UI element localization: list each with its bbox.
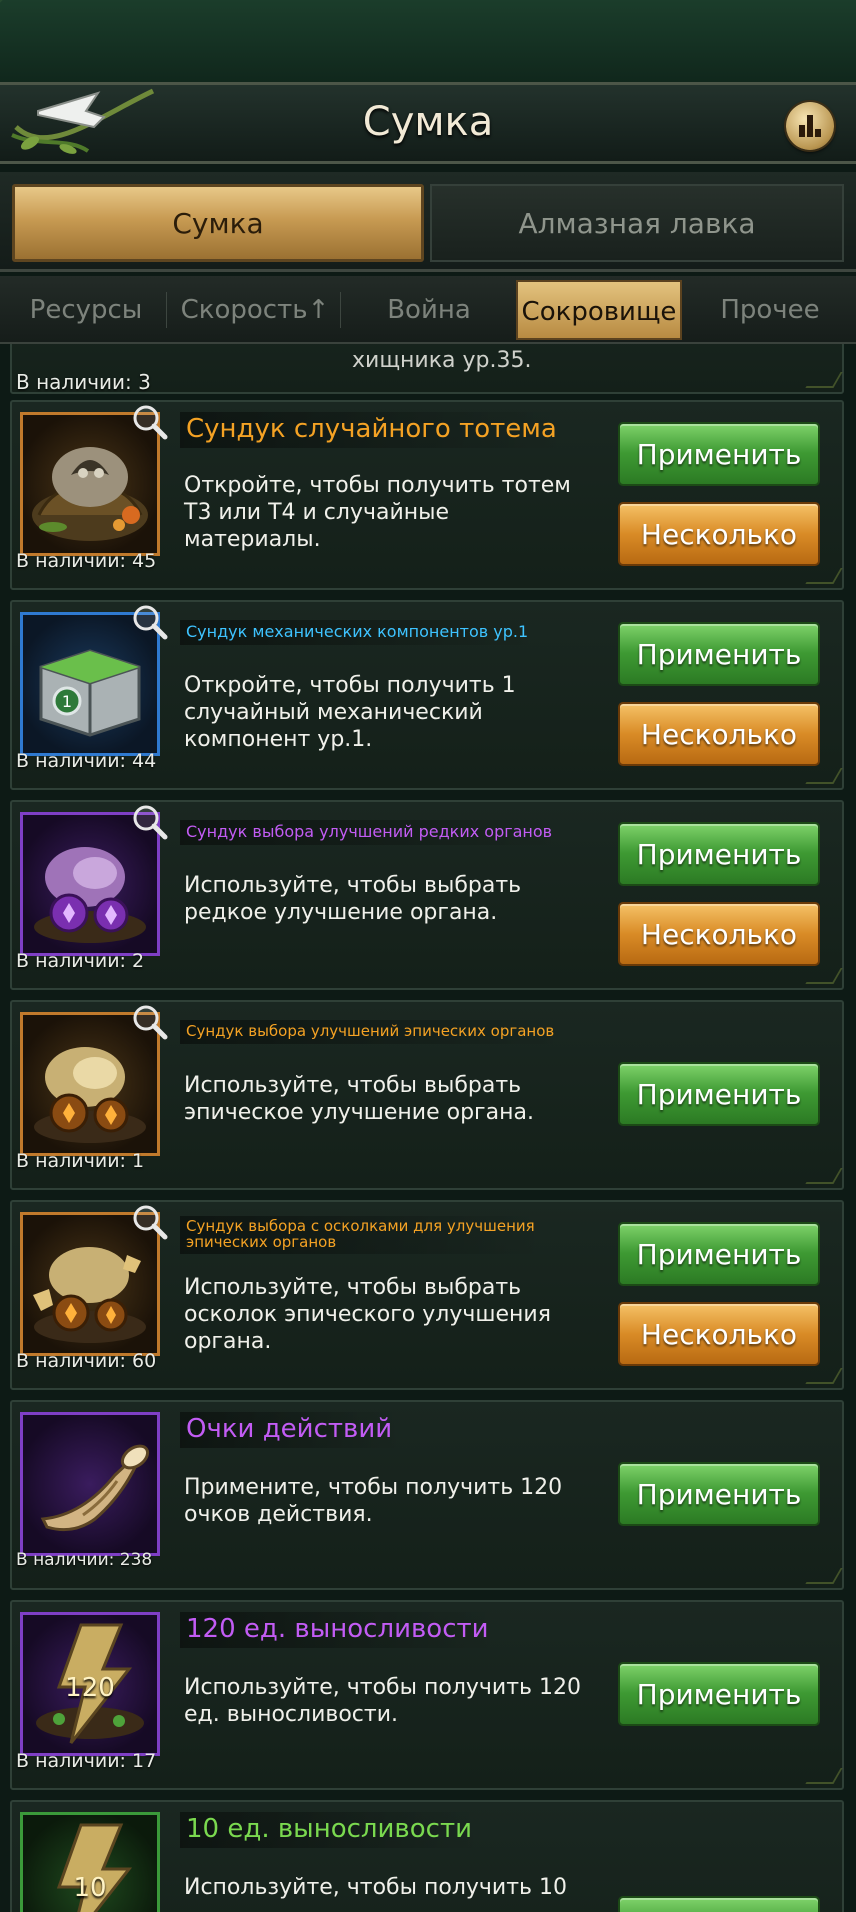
bar-chart-icon — [799, 115, 821, 137]
apply-button[interactable]: Применить — [618, 1222, 820, 1286]
stock-count: В наличии: 60 — [16, 1350, 157, 1372]
item-description: Используйте, чтобы выбрать редкое улучше… — [184, 873, 522, 925]
item-title: Сундук выбора с осколками для улучшения … — [180, 1216, 545, 1254]
list-item: В наличии: 60 Сундук выбора с осколками … — [10, 1200, 844, 1390]
item-description: Откройте, чтобы получить тотем Т3 или Т4… — [184, 473, 571, 552]
item-description: Примените, чтобы получить 120 очков дейс… — [184, 1475, 563, 1527]
multi-use-button[interactable]: Несколько — [618, 702, 820, 766]
apply-button[interactable]: Применить — [618, 1462, 820, 1526]
item-title: Сундук выбора улучшений эпических органо… — [180, 1020, 565, 1044]
item-icon-frame — [20, 1412, 160, 1556]
list-item: хищника ур.35. В наличии: 3 — [10, 344, 844, 394]
icon-amount: 10 — [73, 1873, 107, 1903]
icon-amount: 120 — [65, 1673, 115, 1703]
item-icon-frame: 10 — [20, 1812, 160, 1912]
magnifier-icon[interactable] — [130, 402, 170, 442]
multi-use-button[interactable]: Несколько — [618, 902, 820, 966]
list-item: В наличии: 2 Сундук выбора улучшений ред… — [10, 800, 844, 990]
stock-count: В наличии: 1 — [16, 1150, 145, 1172]
item-title: Сундук случайного тотема — [180, 412, 567, 448]
item-title-line: Сундук выбора с осколками для улучшения — [186, 1217, 535, 1235]
item-title: 120 ед. выносливости — [180, 1612, 499, 1648]
item-description: Используйте, чтобы получить 120 ед. выно… — [184, 1675, 581, 1727]
magnifier-icon[interactable] — [130, 1202, 170, 1242]
list-item: В наличии: 238 Очки действий Примените, … — [10, 1400, 844, 1590]
item-icon-frame: 120 — [20, 1612, 160, 1756]
stock-count: В наличии: 44 — [16, 750, 157, 772]
top-background — [0, 0, 856, 82]
item-title: Очки действий — [180, 1412, 403, 1448]
item-list[interactable]: хищника ур.35. В наличии: 3 В наличии: 4… — [0, 344, 856, 1912]
stock-count: В наличии: 45 — [16, 550, 157, 572]
tab-other[interactable]: Прочее — [690, 280, 850, 340]
multi-use-button[interactable]: Несколько — [618, 1302, 820, 1366]
item-description: Используйте, чтобы выбрать эпическое улу… — [184, 1073, 534, 1125]
item-title-line: эпических органов — [186, 1233, 337, 1251]
magnifier-icon[interactable] — [130, 602, 170, 642]
stock-count: В наличии: 3 — [16, 370, 151, 394]
item-description: Откройте, чтобы получить 1 случайный мех… — [184, 673, 516, 752]
list-item: В наличии: 45 Сундук случайного тотема О… — [10, 400, 844, 590]
tab-resources[interactable]: Ресурсы — [6, 280, 167, 340]
header-bar: Сумка — [0, 82, 856, 164]
list-item: 1 В наличии: 44 Сундук механических комп… — [10, 600, 844, 790]
apply-button[interactable]: Применить — [618, 1896, 820, 1912]
apply-button[interactable]: Применить — [618, 422, 820, 486]
svg-text:1: 1 — [62, 692, 72, 711]
multi-use-button[interactable]: Несколько — [618, 502, 820, 566]
stock-count: В наличии: 2 — [16, 950, 145, 972]
magnifier-icon[interactable] — [130, 1002, 170, 1042]
apply-button[interactable]: Применить — [618, 1062, 820, 1126]
category-tabs: Ресурсы Скорость↑ Война Сокровище Прочее — [0, 276, 856, 344]
apply-button[interactable]: Применить — [618, 622, 820, 686]
magnifier-icon[interactable] — [130, 802, 170, 842]
list-item: В наличии: 1 Сундук выбора улучшений эпи… — [10, 1000, 844, 1190]
stats-button[interactable] — [786, 102, 834, 150]
tab-war[interactable]: Война — [346, 280, 512, 340]
page-title: Сумка — [362, 99, 494, 145]
item-description: Используйте, чтобы получить 10 — [184, 1875, 567, 1900]
item-title: 10 ед. выносливости — [180, 1812, 482, 1848]
horn-icon — [40, 1444, 150, 1532]
tab-diamond-shop[interactable]: Алмазная лавка — [430, 184, 844, 262]
item-title: Сундук механических компонентов ур.1 — [180, 620, 539, 645]
item-description: хищника ур.35. — [352, 348, 532, 373]
tab-bag[interactable]: Сумка — [12, 184, 424, 262]
main-tabs: Сумка Алмазная лавка — [0, 172, 856, 272]
stock-count: В наличии: 17 — [16, 1750, 157, 1772]
list-item: 10 10 ед. выносливости Используйте, чтоб… — [10, 1800, 844, 1912]
tab-treasure[interactable]: Сокровище — [516, 280, 682, 340]
item-description: Используйте, чтобы выбрать осколок эпиче… — [184, 1275, 551, 1354]
apply-button[interactable]: Применить — [618, 822, 820, 886]
item-title: Сундук выбора улучшений редких органов — [180, 820, 563, 845]
list-item: 120 В наличии: 17 120 ед. выносливости И… — [10, 1600, 844, 1790]
stock-count: В наличии: 238 — [16, 1550, 153, 1570]
apply-button[interactable]: Применить — [618, 1662, 820, 1726]
tab-speedups[interactable]: Скорость↑ — [170, 280, 341, 340]
